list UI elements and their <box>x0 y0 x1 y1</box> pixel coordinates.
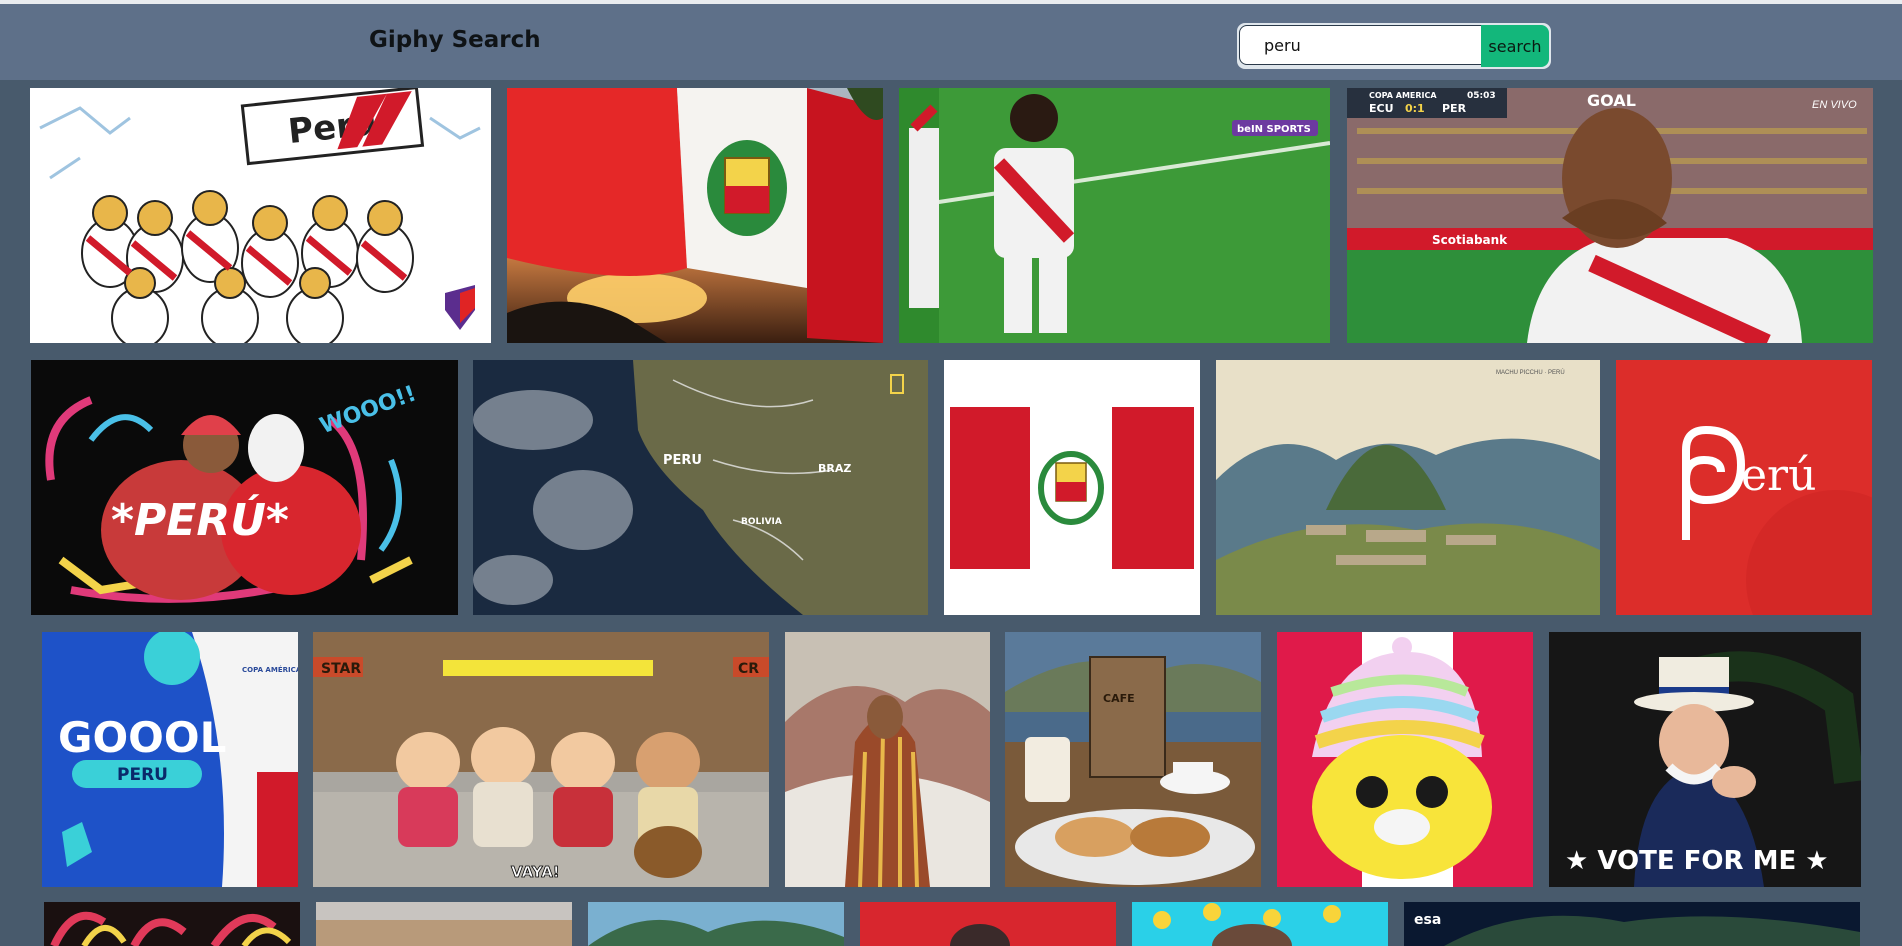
gif-image: PERU BRAZ BOLIVIA <box>473 360 928 615</box>
sign-right: CR <box>738 661 759 677</box>
gif-image: COPA AMÉRICA GOOOL PERU <box>42 632 298 887</box>
gif-peru-dancers[interactable]: *PERÚ* WOOO!! <box>31 360 458 615</box>
gif-rainbow-mountain[interactable] <box>785 632 990 887</box>
map-label-bolivia: BOLIVIA <box>741 517 782 527</box>
gif-peru-fans-cartoon[interactable]: Perú <box>30 88 491 343</box>
gif-image <box>507 88 883 343</box>
gif-south-park-band[interactable]: STAR CR VAYA! <box>313 632 769 887</box>
gif-image: STAR CR VAYA! <box>313 632 769 887</box>
caption-text: VAYA! <box>511 863 560 881</box>
gif-image: *PERÚ* WOOO!! <box>31 360 458 615</box>
score-text: 0:1 <box>1405 102 1425 115</box>
gif-emoji-faces[interactable] <box>1132 902 1388 946</box>
gif-peru-heart-celebration[interactable]: Scotiabank COPA AMERICA ECU 0:1 PER 05:0… <box>1347 88 1873 343</box>
gif-south-america-map[interactable]: PERU BRAZ BOLIVIA <box>473 360 928 615</box>
app-header: Giphy Search search <box>0 4 1902 80</box>
search-input[interactable] <box>1239 25 1503 65</box>
live-text: EN VIVO <box>1812 99 1857 111</box>
competition-label: COPA AMERICA <box>1369 91 1437 100</box>
goool-text: GOOOL <box>58 713 226 762</box>
gif-image <box>1132 902 1388 946</box>
logo-text: erú <box>1741 450 1816 501</box>
gif-goool-peru[interactable]: COPA AMÉRICA GOOOL PERU <box>42 632 298 887</box>
gif-peru-soccer-player[interactable]: beIN SPORTS <box>899 88 1330 343</box>
gif-image <box>44 902 300 946</box>
gif-machu-picchu[interactable]: MACHU PICCHU · PERÚ <box>1216 360 1600 615</box>
ad-board-text: Scotiabank <box>1432 233 1508 247</box>
gif-marca-peru-logo[interactable]: erú <box>1616 360 1872 615</box>
gif-desert-sky[interactable] <box>316 902 572 946</box>
gif-image: CAFE <box>1005 632 1261 887</box>
gif-image: MACHU PICCHU · PERÚ <box>1216 360 1600 615</box>
gif-esa-earth[interactable]: esa <box>1404 902 1860 946</box>
caption-text: *PERÚ* <box>111 493 289 546</box>
gif-image <box>1277 632 1533 887</box>
gif-tropical-art[interactable] <box>44 902 300 946</box>
search-button[interactable]: search <box>1481 25 1549 67</box>
gif-image: Scotiabank COPA AMERICA ECU 0:1 PER 05:0… <box>1347 88 1873 343</box>
team-right: PER <box>1442 102 1467 115</box>
gif-image: erú <box>1616 360 1872 615</box>
app-title: Giphy Search <box>369 27 541 53</box>
gif-peru-flag[interactable] <box>944 360 1200 615</box>
map-label-peru: PERU <box>663 453 702 468</box>
team-left: ECU <box>1369 102 1394 115</box>
gif-vote-for-me[interactable]: ★ VOTE FOR ME ★ <box>1549 632 1861 887</box>
gif-image <box>785 632 990 887</box>
gif-image <box>944 360 1200 615</box>
channel-logo: beIN SPORTS <box>1237 124 1311 135</box>
gif-image: beIN SPORTS <box>899 88 1330 343</box>
gif-image <box>316 902 572 946</box>
gif-peruvian-coffee[interactable]: CAFE <box>1005 632 1261 887</box>
gif-cute-chick-flag[interactable] <box>1277 632 1533 887</box>
gif-red-sports[interactable] <box>860 902 1116 946</box>
badge-text: COPA AMÉRICA <box>242 665 298 674</box>
caption-text: ★ VOTE FOR ME ★ <box>1565 846 1829 876</box>
gif-image: ★ VOTE FOR ME ★ <box>1549 632 1861 887</box>
gif-image <box>860 902 1116 946</box>
gif-mountain-landscape[interactable] <box>588 902 844 946</box>
watermark-text: MACHU PICCHU · PERÚ <box>1496 369 1565 376</box>
gif-image: Perú <box>30 88 491 343</box>
map-label-brazil: BRAZ <box>818 462 851 475</box>
esa-label: esa <box>1414 912 1441 928</box>
gif-image: esa <box>1404 902 1860 946</box>
match-clock: 05:03 <box>1467 91 1496 101</box>
gif-image <box>588 902 844 946</box>
sign-left: STAR <box>321 661 361 677</box>
search-bar: search <box>1237 23 1551 69</box>
bag-label: CAFE <box>1103 692 1135 705</box>
goal-text: GOAL <box>1587 91 1636 110</box>
gif-peru-flag-sunset[interactable] <box>507 88 883 343</box>
peru-text: PERU <box>117 765 168 785</box>
